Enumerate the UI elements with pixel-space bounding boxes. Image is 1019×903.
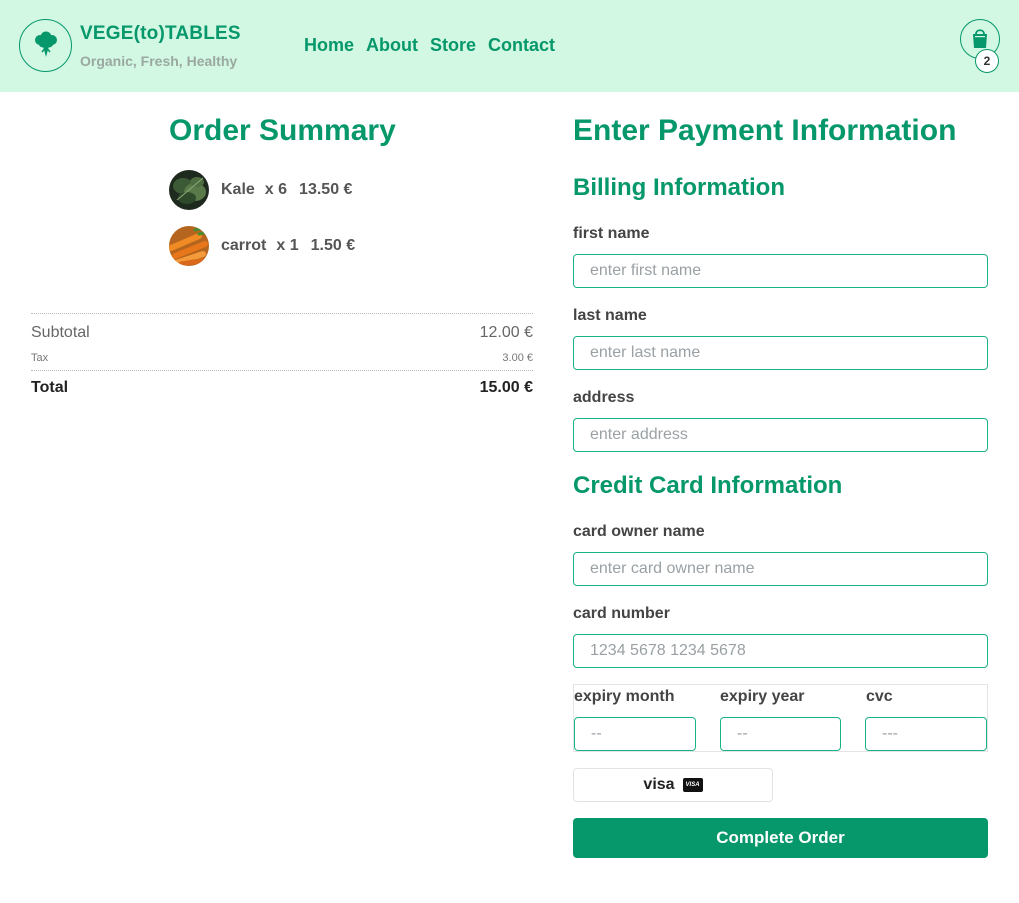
nav-home-link[interactable]: Home	[304, 35, 354, 56]
cart-count-badge: 2	[975, 49, 999, 73]
order-summary-title: Order Summary	[169, 114, 396, 147]
carrot-thumbnail	[169, 226, 209, 266]
site-header: VEGE(to)TABLES Organic, Fresh, Healthy H…	[0, 0, 1019, 92]
last-name-input[interactable]	[573, 336, 988, 370]
expiry-month-label: expiry month	[574, 688, 675, 705]
first-name-input[interactable]	[573, 254, 988, 288]
order-item: carrot x 1 1.50 €	[169, 226, 355, 266]
card-brand-label: visa	[643, 776, 675, 793]
visa-card-button[interactable]: visa VISA	[573, 768, 773, 802]
card-number-label: card number	[573, 605, 670, 622]
nav-about-link[interactable]: About	[366, 35, 418, 56]
total-row: Total 15.00 €	[31, 371, 533, 405]
order-item-name: Kale	[221, 181, 255, 198]
order-item-qty: x 1	[276, 237, 299, 254]
tax-row: Tax 3.00 €	[31, 350, 533, 370]
order-item-price: 1.50 €	[310, 237, 356, 254]
address-label: address	[573, 389, 635, 406]
cvc-label: cvc	[866, 688, 893, 705]
subtotal-value: 12.00 €	[479, 324, 533, 341]
order-item: Kale x 6 13.50 €	[169, 170, 352, 210]
shopping-bag-icon	[970, 27, 990, 52]
total-value: 15.00 €	[479, 379, 533, 396]
billing-title: Billing Information	[573, 174, 785, 201]
nav-contact-link[interactable]: Contact	[488, 35, 555, 56]
order-item-name: carrot	[221, 237, 267, 254]
card-number-input[interactable]	[573, 634, 988, 668]
expiry-year-label: expiry year	[720, 688, 805, 705]
credit-card-title: Credit Card Information	[573, 472, 843, 499]
card-owner-input[interactable]	[573, 552, 988, 586]
tax-label: Tax	[31, 352, 49, 364]
brand-tagline: Organic, Fresh, Healthy	[80, 53, 238, 69]
main-nav: Home About Store Contact	[304, 35, 555, 56]
expiry-year-input[interactable]	[720, 717, 841, 751]
order-totals: Subtotal 12.00 € Tax 3.00 € Total 15.00 …	[31, 313, 533, 405]
broccoli-icon[interactable]	[19, 19, 72, 72]
expiry-month-input[interactable]	[574, 717, 696, 751]
order-item-price: 13.50 €	[299, 181, 353, 198]
kale-thumbnail	[169, 170, 209, 210]
first-name-label: first name	[573, 225, 650, 242]
payment-title: Enter Payment Information	[573, 114, 957, 147]
nav-store-link[interactable]: Store	[430, 35, 476, 56]
subtotal-row: Subtotal 12.00 €	[31, 314, 533, 350]
card-owner-label: card owner name	[573, 523, 705, 540]
subtotal-label: Subtotal	[31, 324, 90, 341]
tax-value: 3.00 €	[502, 352, 533, 364]
cvc-input[interactable]	[865, 717, 987, 751]
address-input[interactable]	[573, 418, 988, 452]
order-item-qty: x 6	[264, 181, 288, 198]
complete-order-button[interactable]: Complete Order	[573, 818, 988, 858]
visa-card-icon: VISA	[682, 778, 703, 792]
last-name-label: last name	[573, 307, 647, 324]
brand-name[interactable]: VEGE(to)TABLES	[80, 23, 241, 45]
total-label: Total	[31, 379, 69, 396]
